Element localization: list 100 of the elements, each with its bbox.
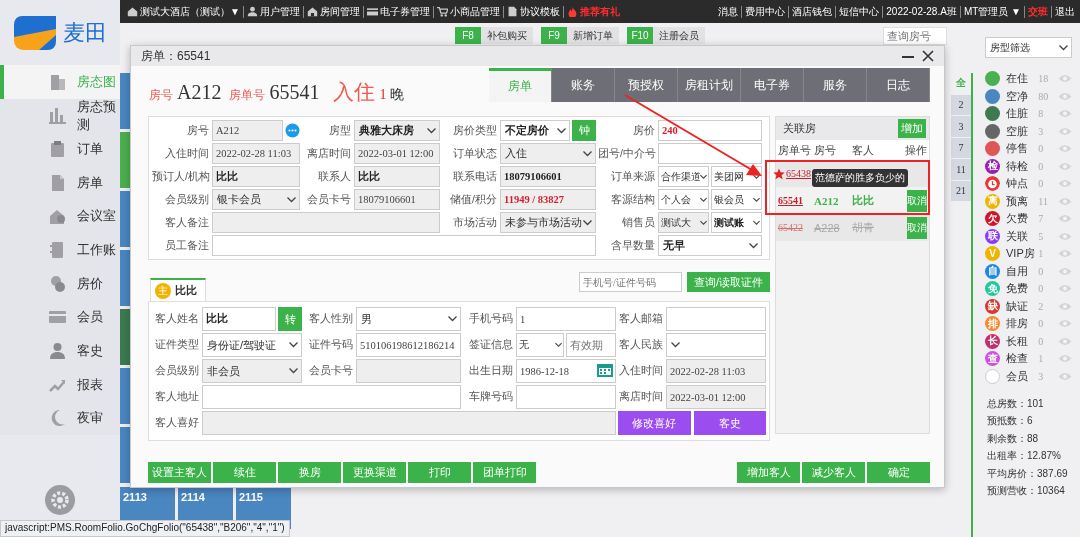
date-field[interactable]: 1986-12-18 [516,359,616,383]
text-field[interactable] [658,143,762,164]
menu-link[interactable]: 退出 [1052,5,1078,18]
status-count: 0 [1038,335,1045,347]
menu-link[interactable]: 消息 [715,5,743,18]
eye-icon[interactable] [1058,336,1072,346]
floor-tab[interactable]: 7 [951,137,971,158]
tab[interactable]: 预授权 [615,68,678,102]
table-cell-text: A212 [814,194,840,207]
eye-icon[interactable] [1058,354,1072,364]
menu-link[interactable]: 房间管理 [303,5,364,18]
select-field[interactable] [666,333,766,357]
shortcut-button[interactable]: 注册会员 [653,27,705,44]
menu-link[interactable]: 小商品管理 [433,5,504,18]
close-icon[interactable] [922,50,934,62]
shortcut-button[interactable]: 补包购买 [481,27,533,44]
eye-icon[interactable] [1058,126,1072,136]
select-field[interactable]: 无 [516,333,564,357]
select-field[interactable]: 测试账 [711,212,762,233]
floor-tab[interactable]: 3 [951,116,971,137]
eye-icon[interactable] [1058,109,1072,119]
eye-icon[interactable] [1058,196,1072,206]
field-label: 会员卡号 [306,192,352,207]
note-field[interactable] [202,385,461,409]
caret-icon [753,173,760,180]
eye-icon[interactable] [1058,144,1072,154]
status-label: 缺证 [1006,298,1029,314]
shortcut-button[interactable]: 新增订单 [567,27,619,44]
floor-tab[interactable]: 2 [951,94,971,115]
status-badge: 免 [985,281,1000,297]
note-field[interactable] [212,235,596,256]
tab[interactable]: 房租计划 [678,68,741,102]
menu-link[interactable]: 2022-02-28.A班 [883,5,961,18]
eye-icon[interactable] [1058,74,1072,84]
eye-icon[interactable] [1058,231,1072,241]
status-count: 2 [1038,300,1045,312]
floor-tab[interactable]: 11 [951,159,971,180]
guest-tab[interactable]: 主 比比 [150,278,206,301]
text-field[interactable] [516,385,616,409]
menu-link[interactable]: 酒店钱包 [789,5,837,18]
field-label: 会员卡号 [308,364,354,378]
eye-icon[interactable] [1058,266,1072,276]
eye-icon[interactable] [1058,214,1072,224]
text-field[interactable]: 510106198612186214 [356,333,461,357]
select-field[interactable]: 无早 [658,235,762,256]
tab[interactable]: 日志 [867,68,930,102]
floor-tab[interactable]: 21 [951,180,971,201]
nav-item[interactable]: 房态预测 [0,98,120,133]
select-field[interactable]: 个人会 [658,189,709,210]
folio-link[interactable]: 65438 [786,168,811,179]
nav-item[interactable]: 报表 [0,367,120,402]
select-field[interactable]: 男 [356,307,461,331]
select-field[interactable]: 美团网 [711,166,762,187]
text-field[interactable]: 有效期 [565,333,616,357]
menu-link[interactable]: 费用中心 [742,5,790,18]
select-field[interactable]: 银会员 [711,189,762,210]
search-field[interactable]: 手机号/证件号码 [579,272,682,292]
field-label: 证件号码 [308,338,354,352]
eye-icon[interactable] [1058,301,1072,311]
nav-item[interactable]: 夜审 [0,401,120,436]
select-field[interactable]: 房型筛选 [985,37,1072,58]
menu-link[interactable]: 推荐有礼 [563,5,623,18]
menu-link[interactable]: 短信中心 [836,5,884,18]
select-field[interactable]: 合作渠道 [658,166,709,187]
tab[interactable]: 电子券 [741,68,804,102]
text-field[interactable]: 240 [658,120,762,141]
nav-item[interactable]: 工作账 [0,233,120,267]
menu-link[interactable]: 交班 [1025,5,1052,18]
eye-icon[interactable] [1058,249,1072,259]
nav-item[interactable]: 房单 [0,166,120,200]
eye-icon[interactable] [1058,284,1072,294]
eye-icon[interactable] [1058,319,1072,329]
menu-link[interactable]: 协议模板 [503,5,564,18]
nav-item[interactable]: 客史 [0,334,120,368]
text-field[interactable]: 比比 [202,307,276,331]
nav-item[interactable]: 房价 [0,266,120,301]
settings-icon[interactable] [45,485,75,515]
menu-link[interactable]: MT管理员 ▼ [960,5,1025,18]
select-field[interactable]: 不定房价 [500,120,570,141]
menu-link[interactable]: 电子券管理 [363,5,434,18]
field-label: 车牌号码 [468,390,514,404]
menu-link[interactable]: 测试大酒店（测试）▼ [124,5,244,18]
tab[interactable]: 账务 [552,68,615,102]
eye-icon[interactable] [1058,371,1072,381]
eye-icon[interactable] [1058,161,1072,171]
select-field[interactable]: 身份证/驾驶证 [202,333,302,357]
text-field[interactable] [666,307,766,331]
text-field[interactable]: 1 [516,307,616,331]
main-guest-badge: 主 [155,282,171,299]
eye-icon[interactable] [1058,179,1072,189]
folio-link[interactable]: 65541 [778,195,803,206]
tab[interactable]: 服务 [804,68,867,102]
menu-link[interactable]: 用户管理 [243,5,304,18]
eye-icon[interactable] [1058,91,1072,101]
stat-text: 剩余数：88 [987,431,1040,446]
field-label: 会员级别 [154,364,200,378]
nav-item[interactable]: 订单 [0,132,120,167]
search-field[interactable]: 查询房号 [883,27,947,45]
nav-item[interactable]: 会议室 [0,199,120,234]
nav-item[interactable]: 会员 [0,300,120,335]
